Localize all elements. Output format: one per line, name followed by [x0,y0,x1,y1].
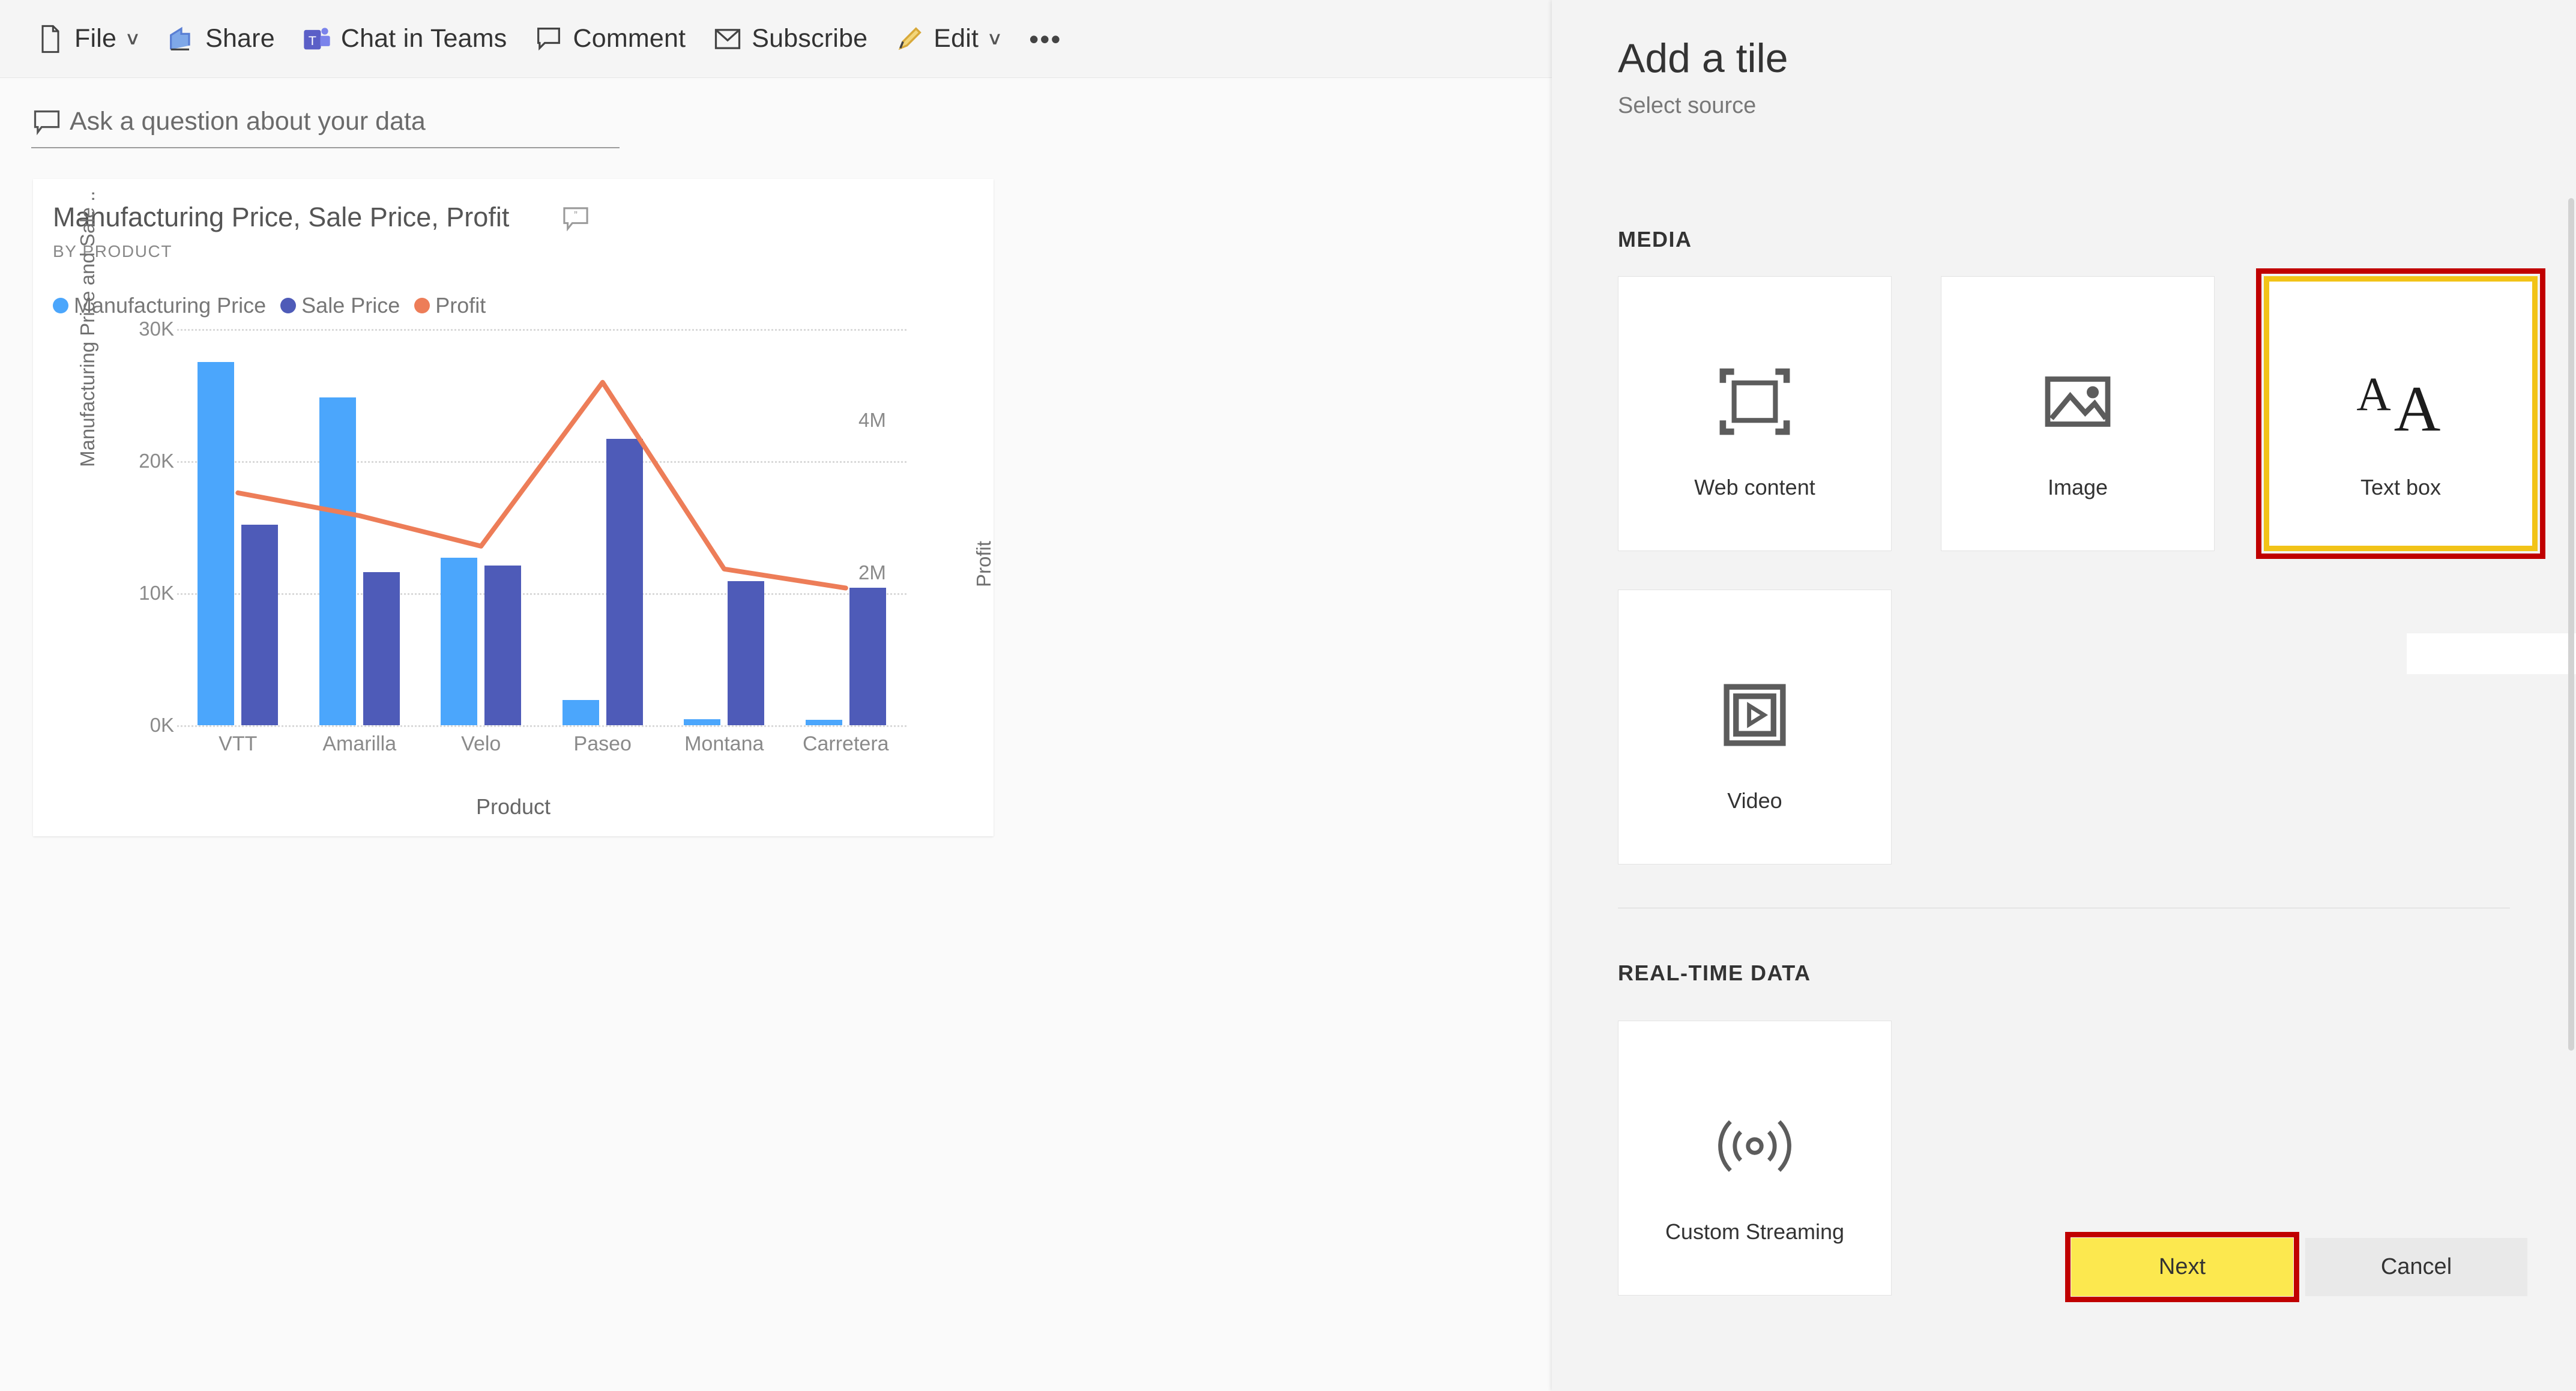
legend-swatch [280,298,297,313]
legend-item-sale-price[interactable]: Sale Price [280,293,400,318]
y-tick-left: 30K [139,318,174,340]
dashboard-canvas: File ∨ Share T Chat in Teams Comment Sub… [0,0,1552,1391]
toolbar-more-button[interactable]: ••• [1015,0,1076,78]
blank-placeholder-box [2407,633,2576,674]
chart-subtitle: BY PRODUCT [53,242,173,261]
toolbar-label-edit: Edit [934,24,979,53]
toolbar-label-share: Share [205,24,275,53]
y-axis-ticks-left: 30K 20K 10K 0K [33,318,174,736]
envelope-icon [712,23,743,55]
chart-tile[interactable]: Manufacturing Price, Sale Price, Profit … [33,179,995,836]
tile-label-video: Video [1727,788,1782,813]
tile-option-text-box[interactable]: A A Text box [2264,276,2538,551]
cancel-button[interactable]: Cancel [2305,1238,2527,1296]
qna-placeholder: Ask a question about your data [70,107,426,136]
toolbar-item-edit[interactable]: Edit ∨ [881,0,1015,78]
x-axis-label: Product [475,794,551,819]
text-box-icon: A A [2264,349,2537,454]
legend-swatch [53,298,68,313]
panel-scrollbar[interactable] [2568,198,2574,1051]
chevron-down-icon: ∨ [986,28,1003,49]
section-heading-media: MEDIA [1618,227,1692,252]
teams-icon: T [301,23,333,55]
svg-text:A: A [2356,368,2390,421]
legend-label: Profit [435,293,486,318]
panel-header: Add a tile Select source [1618,36,1788,119]
x-axis-ticks: VTT Amarilla Velo Paseo Montana Carretera [177,329,906,773]
legend-item-profit[interactable]: Profit [414,293,486,318]
toolbar-label-subscribe: Subscribe [752,24,868,53]
pencil-icon [894,23,925,55]
streaming-icon [1618,1093,1891,1198]
tile-option-image[interactable]: Image [1941,276,2215,551]
tile-option-video[interactable]: Video [1618,590,1892,864]
tile-label-text-box: Text box [2360,475,2442,499]
toolbar-label-comment: Comment [573,24,686,53]
tile-label-web-content: Web content [1694,475,1815,499]
svg-text:T: T [309,32,316,47]
toolbar-item-chat-in-teams[interactable]: T Chat in Teams [288,0,520,78]
share-icon [166,23,197,55]
next-button[interactable]: Next [2071,1238,2293,1296]
tile-option-custom-streaming[interactable]: Custom Streaming [1618,1021,1892,1296]
qna-comment-icon [31,106,62,137]
x-tick-label: Montana [684,732,764,755]
x-tick-label: Amarilla [322,732,397,755]
legend-label: Manufacturing Price [74,293,267,318]
qna-search-bar[interactable]: Ask a question about your data [31,96,620,148]
toolbar-label-chat-in-teams: Chat in Teams [340,24,507,53]
image-icon [1941,349,2214,454]
y-tick-left: 10K [139,582,174,604]
svg-text:A: A [2394,373,2441,444]
x-tick-label: Paseo [573,732,632,755]
chevron-down-icon: ∨ [124,28,141,49]
tile-comment-icon[interactable]: ” [561,206,590,232]
toolbar-item-comment[interactable]: Comment [520,0,699,78]
panel-subtitle: Select source [1618,92,1757,118]
toolbar-label-file: File [74,24,117,53]
chart-plot-area: Manufacturing Price and Sale .. Profit 3… [33,191,995,836]
dashboard-toolbar: File ∨ Share T Chat in Teams Comment Sub… [0,0,1552,78]
tile-label-image: Image [2047,475,2108,499]
add-tile-panel: Add a tile Select source MEDIA Web conte… [1552,0,2576,1391]
y-tick-left: 20K [139,450,174,472]
video-icon [1618,662,1891,767]
toolbar-item-subscribe[interactable]: Subscribe [699,0,881,78]
y-axis-label-right: Profit [973,540,995,587]
panel-title: Add a tile [1618,35,1788,81]
chart-legend: Manufacturing Price Sale Price Profit [53,293,500,318]
y-tick-left: 0K [149,714,174,736]
section-heading-real-time-data: REAL-TIME DATA [1618,961,1811,985]
file-icon [35,23,66,55]
legend-label: Sale Price [301,293,400,318]
x-tick-label: Carretera [802,732,889,755]
toolbar-item-file[interactable]: File ∨ [22,0,152,78]
x-tick-label: VTT [219,732,258,755]
tile-option-web-content[interactable]: Web content [1618,276,1892,551]
chart-title: Manufacturing Price, Sale Price, Profit [53,202,510,232]
web-content-icon [1618,349,1891,454]
x-tick-label: Velo [461,732,501,755]
comment-icon [533,23,564,55]
toolbar-item-share[interactable]: Share [152,0,288,78]
legend-swatch [414,298,430,313]
svg-text:”: ” [574,209,578,221]
tile-label-custom-streaming: Custom Streaming [1665,1219,1845,1244]
